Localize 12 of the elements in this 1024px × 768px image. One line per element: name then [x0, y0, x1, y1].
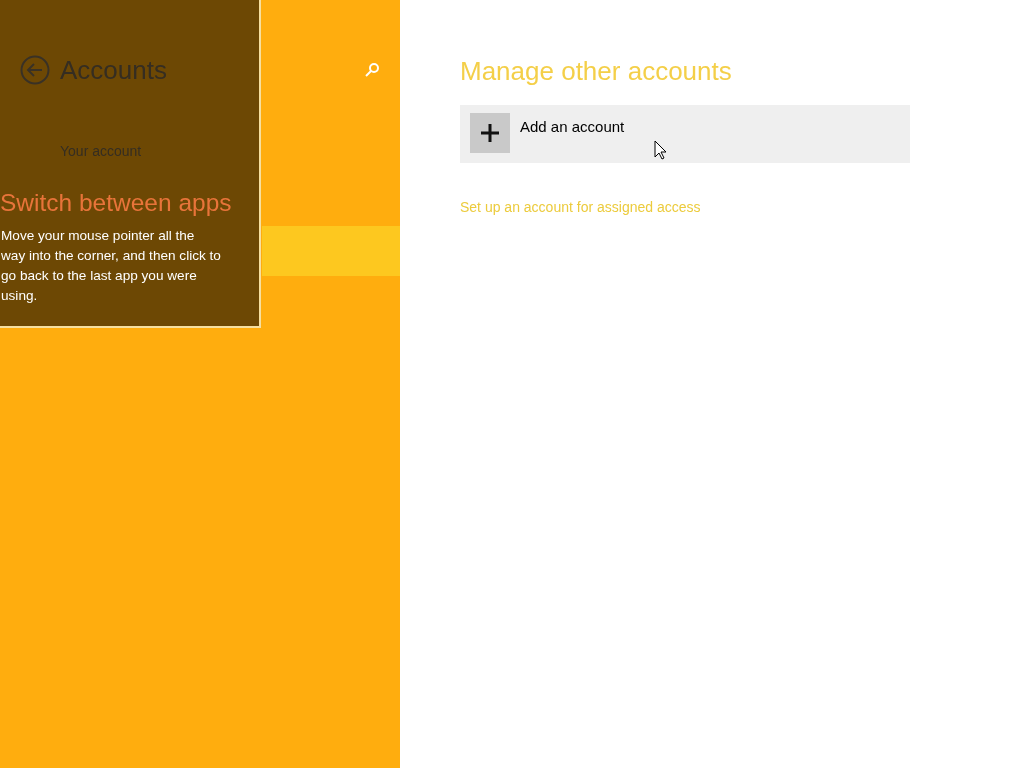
back-icon[interactable]: [20, 55, 50, 85]
search-icon[interactable]: [364, 62, 380, 78]
tip-title: Switch between apps: [0, 188, 232, 218]
nav-item[interactable]: [262, 226, 400, 276]
page-title: Accounts: [60, 54, 167, 86]
cursor-icon: [654, 140, 667, 160]
assigned-access-link[interactable]: Set up an account for assigned access: [460, 199, 701, 215]
nav-item[interactable]: Your account: [0, 126, 400, 176]
tip-text: Move your mouse pointer all the way into the corner, and then click to go back to the last app you were using.: [0, 227, 222, 305]
add-account-button[interactable]: Add an account: [460, 105, 910, 163]
section-title: Manage other accounts: [460, 55, 733, 88]
plus-icon: [480, 123, 500, 143]
